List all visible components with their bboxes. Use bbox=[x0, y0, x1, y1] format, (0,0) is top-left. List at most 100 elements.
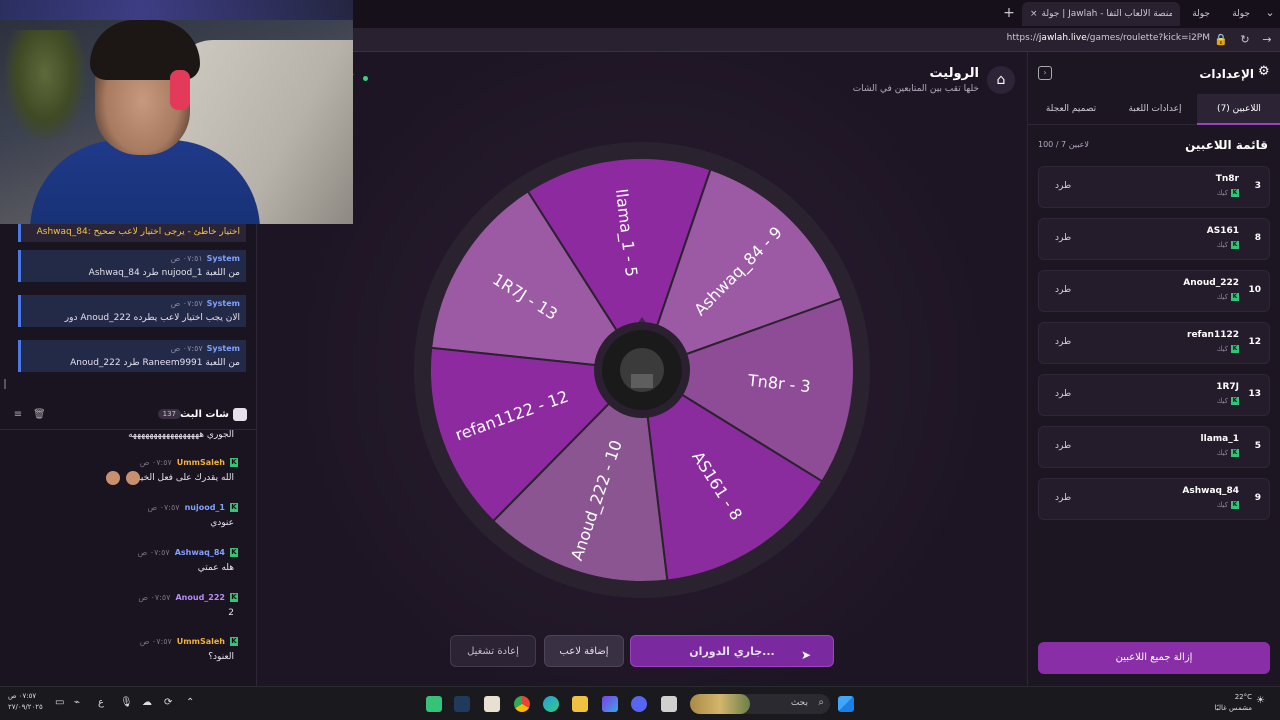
player-row: 13 1R7J كيك K طرد bbox=[1038, 374, 1270, 416]
browser-tab[interactable]: جولة bbox=[1180, 2, 1218, 26]
edge-icon[interactable] bbox=[543, 696, 559, 712]
kick-logo-icon: K bbox=[230, 593, 238, 602]
page-subtitle: خلها تقب بين المتابعين في الشات bbox=[852, 84, 979, 94]
collapse-panel-button[interactable]: › bbox=[1038, 66, 1052, 80]
settings-title: الإعدادات bbox=[1199, 67, 1254, 81]
search-placeholder: بحث bbox=[790, 698, 808, 708]
warning-message: Ashwaq_84: اختيار خاطئ - يرجى اختيار لاع… bbox=[18, 224, 246, 242]
players-list-title: قائمة اللاعبين bbox=[1185, 138, 1268, 152]
emote-icon bbox=[126, 471, 140, 485]
tab-list-icon[interactable]: ⌄ bbox=[1262, 4, 1278, 22]
back-icon[interactable]: → bbox=[1259, 32, 1275, 48]
windows-start-icon[interactable] bbox=[838, 696, 854, 712]
chat-message: الجوري هههههههههههههههههه bbox=[128, 430, 234, 440]
search-highlight-image bbox=[690, 694, 750, 714]
close-tab-icon[interactable]: × bbox=[1030, 9, 1038, 19]
network-icon[interactable]: ⌁ bbox=[74, 697, 80, 708]
chat-panel: Ashwaq_84: اختيار خاطئ - يرجى اختيار لاع… bbox=[0, 224, 257, 686]
kick-logo-icon: K bbox=[230, 637, 238, 646]
taskbar: ٠٧:٥٧ ص ٢٧/٠٩/٢٠٢٥ ▭ ⌁ ع 🎙 ☁ ⟳ ⌃ بحث ⌕ 22… bbox=[0, 686, 1280, 720]
player-number: 12 bbox=[1248, 337, 1261, 347]
player-number: 5 bbox=[1254, 441, 1261, 451]
discord-icon[interactable] bbox=[631, 696, 647, 712]
player-row: 5 llama_1 كيك K طرد bbox=[1038, 426, 1270, 468]
player-row: 12 refan1122 كيك K طرد bbox=[1038, 322, 1270, 364]
trash-icon[interactable]: 🗑 bbox=[33, 409, 46, 421]
new-tab-button[interactable]: + bbox=[1000, 4, 1018, 22]
window-icon[interactable] bbox=[661, 696, 677, 712]
chrome-icon[interactable] bbox=[514, 696, 530, 712]
kick-logo-icon: K bbox=[1231, 449, 1239, 457]
player-row: 3 Tn8r كيك K طرد bbox=[1038, 166, 1270, 208]
kick-logo-icon: K bbox=[230, 548, 238, 557]
kick-player-button[interactable]: طرد bbox=[1055, 493, 1071, 503]
search-icon: ⌕ bbox=[818, 697, 824, 708]
chat-message: ٠٧:٥٧ ص UmmSaleh K العنود؟ bbox=[139, 637, 238, 662]
game-stage: 7 ⌂ الروليت خلها تقب بين المتابعين في ال… bbox=[257, 52, 1027, 686]
tab-wheel-design[interactable]: تصميم العجلة bbox=[1029, 94, 1113, 125]
chevron-up-icon[interactable]: ⌃ bbox=[186, 697, 194, 708]
scrollbar[interactable] bbox=[4, 379, 6, 389]
webcam-headset bbox=[170, 70, 190, 110]
player-name: 1R7J bbox=[1216, 382, 1239, 392]
chat-message: ٠٧:٥٧ ص UmmSaleh K الله يقدرك على فعل الخي… bbox=[0, 458, 250, 485]
home-button[interactable]: ⌂ bbox=[987, 66, 1015, 94]
system-message: ٠٧:٥٧ ص System دور Anoud_222 الان يجب اخت… bbox=[18, 295, 246, 327]
kick-player-button[interactable]: طرد bbox=[1055, 181, 1071, 191]
player-name: refan1122 bbox=[1187, 330, 1239, 340]
keyboard-language[interactable]: ع bbox=[98, 697, 104, 708]
store-icon[interactable] bbox=[484, 696, 500, 712]
refresh-icon[interactable]: ↻ bbox=[1237, 32, 1253, 48]
taskbar-search[interactable]: بحث ⌕ bbox=[690, 694, 830, 714]
add-player-button[interactable]: إضافة لاعب bbox=[544, 635, 624, 667]
chat-settings-icon[interactable]: ≡ bbox=[12, 409, 24, 421]
home-icon: ⌂ bbox=[996, 72, 1006, 88]
player-number: 13 bbox=[1248, 389, 1261, 399]
app-icon[interactable] bbox=[602, 696, 618, 712]
kick-logo-icon: K bbox=[230, 503, 238, 512]
player-platform: كيك K bbox=[1216, 345, 1239, 353]
player-platform: كيك K bbox=[1216, 501, 1239, 509]
kick-player-button[interactable]: طرد bbox=[1055, 285, 1071, 295]
weather-widget[interactable]: 22°C مشمس غالبًا bbox=[1215, 692, 1252, 714]
update-icon[interactable]: ⟳ bbox=[164, 697, 172, 708]
player-platform: كيك K bbox=[1216, 189, 1239, 197]
browser-tab[interactable]: جولة bbox=[1220, 2, 1258, 26]
tab-players[interactable]: اللاعبين (7) bbox=[1197, 94, 1280, 125]
system-message: ٠٧:٥١ ص System Ashwaq_84 طرد nujood_1 من … bbox=[18, 250, 246, 282]
steam-icon[interactable] bbox=[454, 696, 470, 712]
kick-player-button[interactable]: طرد bbox=[1055, 337, 1071, 347]
kick-player-button[interactable]: طرد bbox=[1055, 233, 1071, 243]
roulette-wheel[interactable]: 1R7J - 13llama_1 - 5 Ashwaq_84 - 9Tn8r - … bbox=[399, 142, 885, 598]
cloud-icon[interactable]: ☁ bbox=[142, 697, 152, 708]
reset-button[interactable]: إعادة تشغيل bbox=[450, 635, 536, 667]
browser-tab-active[interactable]: × جولة | Jawlah - منصة الألعاب التفا bbox=[1022, 2, 1180, 26]
microphone-icon[interactable]: 🎙 bbox=[120, 697, 133, 708]
kick-logo-icon: K bbox=[1231, 189, 1239, 197]
gear-icon: ⚙ bbox=[1258, 64, 1270, 79]
kick-logo-icon: K bbox=[1231, 501, 1239, 509]
tab-game-settings[interactable]: إعدادات اللعبة bbox=[1113, 94, 1197, 125]
system-message: ٠٧:٥٧ ص System Anoud_222 طرد Raneem9991 م… bbox=[18, 340, 246, 372]
kick-player-button[interactable]: طرد bbox=[1055, 389, 1071, 399]
player-name: Ashwaq_84 bbox=[1182, 486, 1239, 496]
webcam-overlay bbox=[0, 0, 353, 224]
file-explorer-icon[interactable] bbox=[572, 696, 588, 712]
player-name: AS161 bbox=[1206, 226, 1239, 236]
chat-message: ٠٧:٥٧ ص Ashwaq_84 K هله عمتي bbox=[137, 548, 238, 573]
webcam-light bbox=[0, 0, 353, 20]
player-platform: كيك K bbox=[1216, 449, 1239, 457]
taskbar-clock[interactable]: ٠٧:٥٧ ص ٢٧/٠٩/٢٠٢٥ bbox=[8, 691, 43, 713]
mouse-cursor-icon: ➤ bbox=[801, 648, 812, 662]
player-number: 3 bbox=[1254, 181, 1261, 191]
url-text[interactable]: https://jawlah.live/games/roulette?kick=… bbox=[1007, 33, 1210, 43]
kick-player-button[interactable]: طرد bbox=[1055, 441, 1071, 451]
player-platform: كيك K bbox=[1216, 241, 1239, 249]
battery-icon[interactable]: ▭ bbox=[55, 697, 64, 708]
kick-app-icon[interactable] bbox=[426, 696, 442, 712]
remove-all-players-button[interactable]: إزالة جميع اللاعبين bbox=[1038, 642, 1270, 674]
kick-logo-icon: K bbox=[230, 458, 238, 467]
player-name: llama_1 bbox=[1200, 434, 1239, 444]
player-number: 10 bbox=[1248, 285, 1261, 295]
kick-logo-icon: K bbox=[1231, 397, 1239, 405]
